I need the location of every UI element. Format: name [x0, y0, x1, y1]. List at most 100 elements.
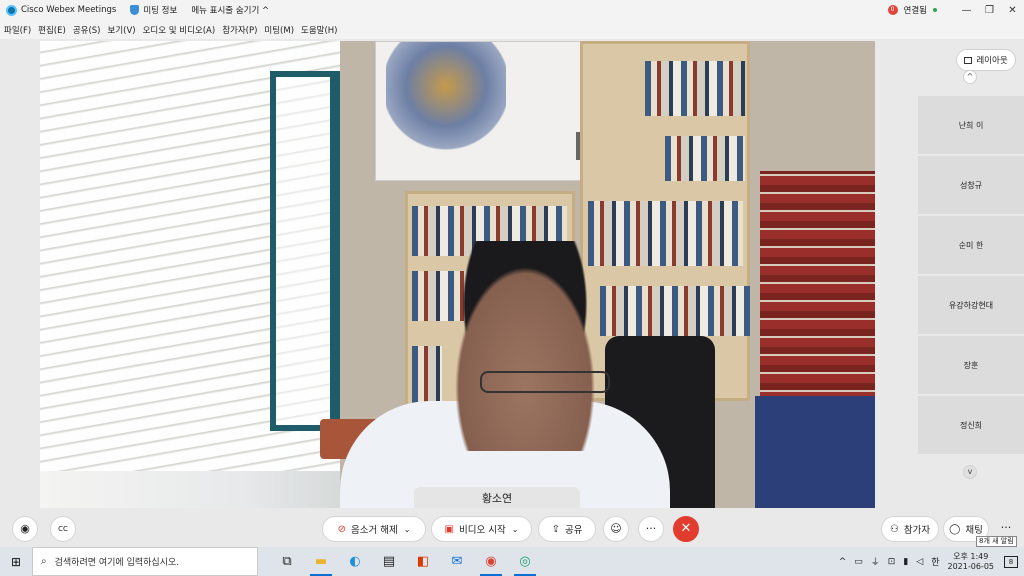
speaker-name-label: 황소연	[414, 487, 580, 508]
participant-name: 정신희	[959, 420, 983, 430]
action-center-icon[interactable]: 8	[1004, 555, 1018, 568]
webex-logo-icon	[6, 4, 17, 16]
reactions-button[interactable]: ☺	[603, 516, 629, 542]
start-video-button[interactable]: ▣ 비디오 시작 ⌄	[431, 516, 532, 542]
edge-icon[interactable]: ◐	[338, 547, 372, 576]
participants-label: 참가자	[903, 525, 931, 536]
app-name: Cisco Webex Meetings	[21, 5, 117, 15]
battery-icon[interactable]: ▮	[903, 557, 908, 567]
store-icon[interactable]: ▤	[372, 547, 406, 576]
office-icon[interactable]: ◧	[406, 547, 440, 576]
participant-tile[interactable]: 장훈	[918, 336, 1024, 394]
search-placeholder: 검색하려면 여기에 입력하십시오.	[54, 558, 180, 568]
tray-usb-icon[interactable]: ⏚	[871, 555, 880, 568]
file-explorer-icon[interactable]: ▬	[304, 547, 338, 576]
camera-off-icon: ▣	[444, 523, 454, 535]
connected-dot-icon	[933, 8, 937, 12]
search-icon: ⌕	[41, 556, 47, 567]
participant-name: 유강하강현대	[948, 300, 994, 310]
menu-file[interactable]: 파일(F)	[4, 24, 31, 36]
notification-toast[interactable]: 8개 새 알림	[976, 536, 1017, 547]
hide-menu-label: 메뉴 표시줄 숨기기 ^	[191, 6, 270, 16]
participant-tile[interactable]: 성창규	[918, 156, 1024, 214]
books-row	[588, 201, 743, 266]
more-options-button[interactable]: ···	[638, 516, 664, 542]
person-icon: ⚇	[889, 523, 899, 535]
unmute-label: 음소거 해제	[350, 525, 398, 536]
mail-icon[interactable]: ✉	[440, 547, 474, 576]
participant-tile[interactable]: 정신희	[918, 396, 1024, 454]
restore-button[interactable]: ❐	[978, 5, 1001, 16]
app-title: Cisco Webex Meetings	[6, 4, 117, 16]
layout-icon	[964, 56, 973, 64]
window-controls: 0 연결됨 — ❐ ✕	[887, 0, 1024, 20]
books-row	[665, 136, 745, 181]
menu-view[interactable]: 보기(V)	[108, 24, 136, 36]
tray-chevron-icon[interactable]: ^	[839, 557, 847, 567]
volume-icon[interactable]: ◁	[916, 557, 923, 567]
scroll-up-chevron-icon[interactable]: ^	[963, 70, 977, 84]
title-bar: Cisco Webex Meetings 미팅 정보 메뉴 표시줄 숨기기 ^ …	[0, 0, 1024, 20]
minimize-button[interactable]: —	[955, 5, 978, 16]
layout-button[interactable]: 레이아웃	[956, 49, 1016, 71]
menu-share[interactable]: 공유(S)	[73, 24, 101, 36]
windows-start-icon[interactable]: ⊞	[0, 547, 32, 576]
shield-icon	[130, 5, 140, 15]
microphone-muted-icon: ⊘	[337, 523, 346, 535]
scroll-down-chevron-icon[interactable]: v	[963, 465, 977, 479]
chat-bubble-icon: ◯	[949, 523, 961, 535]
clock-date: 2021-06-05	[947, 561, 995, 571]
participant-name: 장훈	[963, 360, 979, 370]
tray-app-icon[interactable]: ▭	[854, 557, 863, 567]
blue-jacket	[755, 396, 875, 508]
books-row	[600, 286, 750, 336]
participant-name: 난희 이	[958, 120, 984, 130]
connection-badge: 0	[887, 5, 898, 15]
network-icon[interactable]: ⊡	[888, 557, 896, 567]
participant-panel: 레이아웃 ^ 난희 이 성창규 순미 한 유강하강현대 장훈 정신희 v	[916, 41, 1024, 511]
books-row	[645, 61, 745, 116]
participant-tile[interactable]: 난희 이	[918, 96, 1024, 154]
active-speaker-video[interactable]: 황소연	[40, 41, 875, 508]
chat-label: 채팅	[965, 525, 983, 536]
chevron-down-icon[interactable]: ⌄	[512, 525, 519, 534]
task-view-icon[interactable]: ⧉	[270, 547, 304, 576]
assistant-bot-icon[interactable]: ◉	[12, 516, 38, 542]
red-book-stack	[760, 171, 875, 401]
menu-help[interactable]: 도움말(H)	[301, 24, 337, 36]
chevron-down-icon[interactable]: ⌄	[404, 525, 411, 534]
close-button[interactable]: ✕	[1001, 5, 1024, 16]
poster-art	[386, 42, 506, 152]
window-frame	[270, 71, 340, 431]
meeting-info-button[interactable]: 미팅 정보	[130, 4, 177, 16]
share-button[interactable]: ⇪ 공유	[538, 516, 596, 542]
share-label: 공유	[564, 525, 583, 536]
clock[interactable]: 오후 1:49 2021-06-05	[948, 552, 995, 572]
connection-label: 연결됨	[903, 6, 927, 16]
system-tray: ^ ▭ ⏚ ⊡ ▮ ◁ 한 오후 1:49 2021-06-05 8	[839, 547, 1024, 576]
taskbar-search[interactable]: ⌕ 검색하려면 여기에 입력하십시오.	[32, 547, 258, 576]
menu-audio-video[interactable]: 오디오 및 비디오(A)	[143, 24, 216, 36]
participant-tile[interactable]: 순미 한	[918, 216, 1024, 274]
menu-participants[interactable]: 참가자(P)	[222, 24, 257, 36]
menu-meeting[interactable]: 미팅(M)	[264, 24, 294, 36]
menu-bar: 파일(F) 편집(E) 공유(S) 보기(V) 오디오 및 비디오(A) 참가자…	[0, 20, 1024, 39]
participant-name: 성창규	[959, 180, 983, 190]
webex-taskbar-icon[interactable]: ◎	[508, 547, 542, 576]
participant-tile[interactable]: 유강하강현대	[918, 276, 1024, 334]
chrome-icon[interactable]: ◉	[474, 547, 508, 576]
hide-menu-button[interactable]: 메뉴 표시줄 숨기기 ^	[191, 4, 269, 16]
meeting-stage: 황소연 레이아웃 ^ 난희 이 성창규 순미 한 유강하강현대 장훈 정신희 v	[0, 39, 1024, 511]
glasses	[480, 371, 610, 393]
meeting-controls: ◉ CC ⊘ 음소거 해제 ⌄ ▣ 비디오 시작 ⌄ ⇪ 공유 ☺ ··· ✕ …	[0, 511, 1024, 547]
language-indicator[interactable]: 한	[931, 555, 939, 568]
connection-status[interactable]: 0 연결됨	[887, 4, 937, 16]
participants-button[interactable]: ⚇ 참가자	[881, 516, 939, 542]
unmute-button[interactable]: ⊘ 음소거 해제 ⌄	[322, 516, 426, 542]
captions-button[interactable]: CC	[50, 516, 76, 542]
menu-edit[interactable]: 편집(E)	[38, 24, 66, 36]
layout-label: 레이아웃	[976, 56, 1008, 66]
clock-time: 오후 1:49	[953, 551, 989, 561]
end-call-button[interactable]: ✕	[673, 516, 699, 542]
participant-name: 순미 한	[958, 240, 984, 250]
